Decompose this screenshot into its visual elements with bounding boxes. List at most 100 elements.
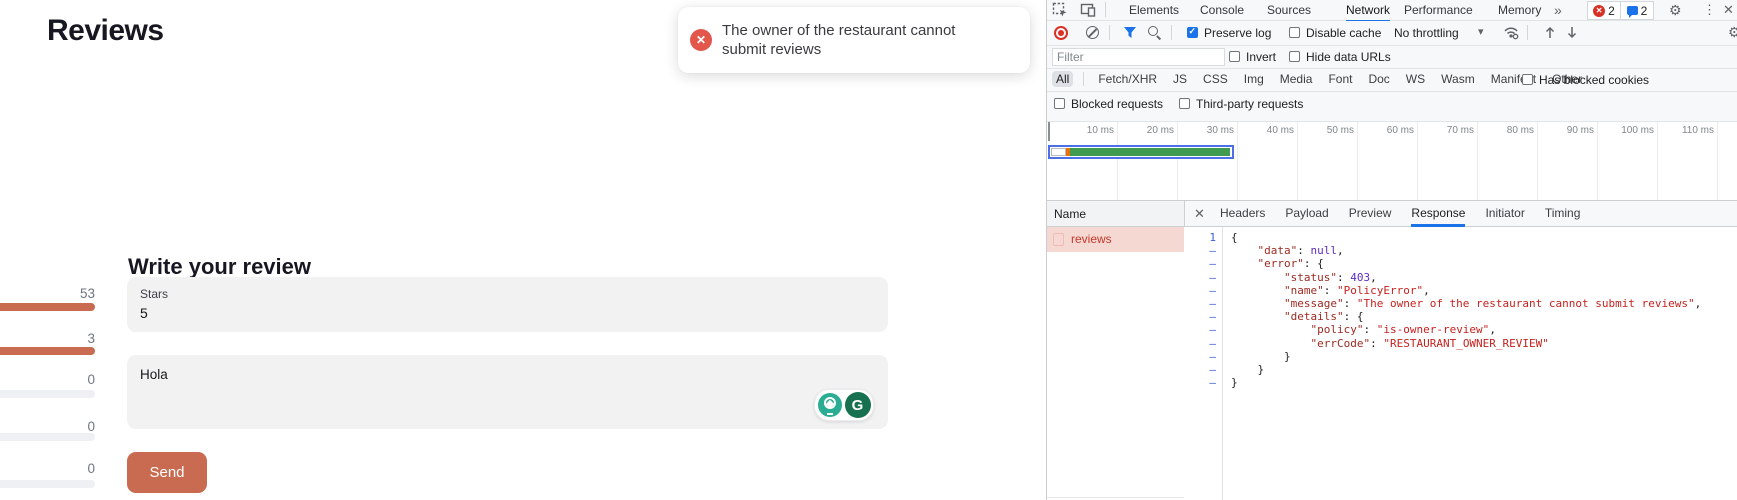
type-pill-font[interactable]: Font [1324,71,1356,87]
devtools-tab-sources[interactable]: Sources [1267,0,1311,20]
hide-data-urls-checkbox[interactable] [1289,51,1300,62]
json-line: } [1231,363,1736,376]
json-line: { [1231,231,1736,244]
network-conditions-icon[interactable] [1503,25,1520,41]
error-x-icon: ✕ [690,29,712,51]
type-pill-img[interactable]: Img [1240,71,1268,87]
close-devtools-icon[interactable]: ✕ [1723,2,1734,18]
third-party-requests-checkbox[interactable] [1179,98,1190,109]
rating-bar-count: 53 [0,286,95,301]
devtools-tab-performance[interactable]: Performance [1404,0,1473,20]
wrap-marker: – [1184,297,1222,310]
kebab-menu-icon[interactable]: ⋮ [1703,2,1716,18]
filter-input[interactable] [1052,48,1225,66]
request-row-reviews[interactable]: reviews [1047,227,1184,252]
type-pill-js[interactable]: JS [1169,71,1191,87]
detail-tab-initiator[interactable]: Initiator [1485,201,1524,224]
send-button[interactable]: Send [127,452,207,493]
devtools-tab-elements[interactable]: Elements [1129,0,1179,20]
wrap-marker: – [1184,244,1222,257]
rating-bar-count: 0 [0,419,95,434]
grammarly-logo-icon[interactable]: G [845,392,871,418]
detail-tab-timing[interactable]: Timing [1545,201,1581,224]
stars-value: 5 [140,305,148,321]
settings-gear-icon[interactable]: ⚙ [1669,2,1682,19]
type-pill-ws[interactable]: WS [1402,71,1429,87]
filter-funnel-icon[interactable] [1123,26,1137,39]
has-blocked-cookies-checkbox[interactable] [1522,74,1533,85]
invert-label[interactable]: Invert [1246,50,1276,64]
rating-bar [0,390,95,398]
throttling-caret-icon[interactable]: ▾ [1478,25,1484,38]
ruler-tick-label: 80 ms [1474,125,1534,136]
wrap-marker: – [1184,350,1222,363]
blocked-requests-checkbox[interactable] [1054,98,1065,109]
request-detail-tabbar: ✕ Headers Payload Preview Response Initiator… [1185,200,1737,227]
devtools-tab-memory[interactable]: Memory [1498,0,1541,20]
close-detail-icon[interactable]: ✕ [1194,206,1205,222]
type-pill-css[interactable]: CSS [1199,71,1232,87]
detail-tab-headers[interactable]: Headers [1220,201,1265,224]
comment-value: Hola [140,367,168,382]
devtools-tab-network[interactable]: Network [1346,0,1390,23]
request-file-icon [1053,233,1064,246]
stars-field[interactable]: Stars 5 [127,277,888,332]
import-har-icon[interactable] [1543,25,1557,40]
preserve-log-checkbox[interactable] [1187,27,1198,38]
disable-cache-label[interactable]: Disable cache [1306,26,1381,40]
ruler-tick-label: 70 ms [1414,125,1474,136]
name-column-header[interactable]: Name [1047,200,1184,227]
response-json-body: { "data": null, "error": { "status": 403… [1231,227,1736,500]
clear-network-log-icon[interactable] [1086,26,1099,39]
type-pill-media[interactable]: Media [1276,71,1317,87]
wrap-marker: – [1184,271,1222,284]
inspect-icon[interactable] [1052,2,1068,18]
type-pill-wasm[interactable]: Wasm [1437,71,1479,87]
filter-row: Invert Hide data URLs [1047,46,1737,69]
json-line: } [1231,350,1736,363]
type-pill-fetchxhr[interactable]: Fetch/XHR [1094,71,1161,87]
detail-tab-preview[interactable]: Preview [1349,201,1392,224]
line-number-gutter: 1––––––––––– [1184,227,1223,500]
grammarly-suggestions-icon[interactable] [818,393,842,417]
request-filter-row: Blocked requests Third-party requests [1047,92,1737,122]
devtools-tab-console[interactable]: Console [1200,0,1244,20]
ruler-tick-label: 10 ms [1054,125,1114,136]
json-line: } [1231,376,1736,389]
export-har-icon[interactable] [1565,25,1579,40]
invert-checkbox[interactable] [1229,51,1240,62]
ruler-tick-label: 90 ms [1534,125,1594,136]
ruler-tick-label: 40 ms [1234,125,1294,136]
device-toolbar-icon[interactable] [1080,2,1096,18]
throttling-select[interactable]: No throttling [1394,26,1459,40]
hide-data-urls-label[interactable]: Hide data URLs [1306,50,1391,64]
status-bar-edge [1047,497,1184,498]
detail-tab-response[interactable]: Response [1411,201,1465,227]
toolbar-divider [1527,25,1528,40]
search-icon[interactable] [1148,26,1158,36]
wrap-marker: – [1184,323,1222,336]
review-comment-field[interactable]: Hola G [127,355,888,429]
error-badge-icon: ✕ [1593,5,1605,17]
json-line: "message": "The owner of the restaurant … [1231,297,1736,310]
type-pill-doc[interactable]: Doc [1364,71,1393,87]
third-party-requests-label[interactable]: Third-party requests [1196,97,1303,111]
wrap-marker: – [1184,284,1222,297]
network-settings-gear-icon[interactable]: ⚙ [1728,24,1737,41]
selected-request-waterfall-bar[interactable] [1048,145,1234,159]
preserve-log-label[interactable]: Preserve log [1204,26,1271,40]
record-network-log-icon[interactable] [1054,26,1068,40]
type-pill-all[interactable]: All [1052,71,1073,87]
detail-tab-payload[interactable]: Payload [1285,201,1328,224]
waterfall-waiting-segment [1070,148,1230,156]
grammarly-pill[interactable]: G [814,389,874,421]
disable-cache-checkbox[interactable] [1289,27,1300,38]
line-number: 1 [1184,231,1222,244]
blocked-requests-label[interactable]: Blocked requests [1071,97,1163,111]
error-count-badge[interactable]: ✕ 2 [1587,1,1621,20]
has-blocked-cookies-label[interactable]: Has blocked cookies [1539,73,1649,87]
issues-count-badge[interactable]: 2 [1620,1,1654,20]
json-line: "errCode": "RESTAURANT_OWNER_REVIEW" [1231,337,1736,350]
more-tabs-chevron-icon[interactable]: » [1554,2,1562,18]
devtools-panel: Elements Console Sources Network Performance… [1046,0,1737,500]
